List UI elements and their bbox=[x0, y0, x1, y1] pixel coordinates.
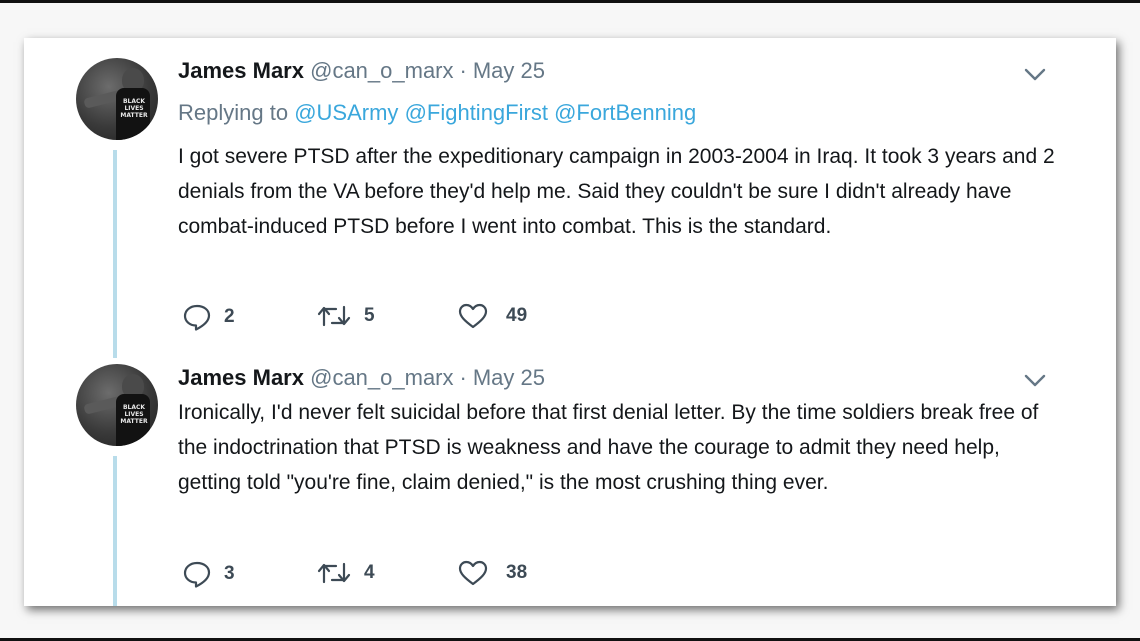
retweet-count: 4 bbox=[364, 562, 375, 583]
retweet-count: 5 bbox=[364, 305, 375, 326]
like-count: 38 bbox=[506, 562, 528, 583]
tweet-thread-card: BLACK LIVES MATTER James Marx @can_o_mar… bbox=[24, 38, 1116, 606]
retweet-button[interactable]: 5 bbox=[316, 303, 375, 329]
reply-count: 2 bbox=[224, 306, 235, 327]
avatar-shirt-text: BLACK LIVES MATTER bbox=[120, 98, 148, 119]
avatar[interactable]: BLACK LIVES MATTER bbox=[76, 364, 158, 446]
thread-connector-line bbox=[113, 456, 117, 606]
avatar-shirt-text: BLACK LIVES MATTER bbox=[120, 404, 148, 425]
retweet-icon bbox=[317, 562, 351, 584]
author-name[interactable]: James Marx bbox=[178, 365, 304, 390]
thread-connector-line bbox=[113, 150, 117, 358]
replying-to-line: Replying to @USArmy @FightingFirst @Fort… bbox=[178, 100, 696, 126]
like-button[interactable]: 38 bbox=[458, 560, 527, 586]
like-button[interactable]: 49 bbox=[458, 303, 527, 329]
mention-fortbenning[interactable]: @FortBenning bbox=[554, 100, 696, 125]
tweet-text: Ironically, I'd never felt suicidal befo… bbox=[178, 401, 1039, 494]
replying-to-label: Replying to bbox=[178, 100, 289, 125]
author-handle[interactable]: @can_o_marx bbox=[310, 58, 453, 83]
tweet-header: James Marx @can_o_marx · May 25 bbox=[178, 58, 545, 84]
header-separator: · bbox=[459, 365, 467, 390]
reply-button[interactable]: 2 bbox=[182, 303, 235, 331]
like-icon bbox=[458, 560, 488, 586]
author-handle[interactable]: @can_o_marx bbox=[310, 365, 453, 390]
mention-fightingfirst[interactable]: @FightingFirst bbox=[405, 100, 548, 125]
reply-button[interactable]: 3 bbox=[182, 560, 235, 588]
header-separator: · bbox=[459, 58, 467, 83]
tweet-header: James Marx @can_o_marx · May 25 bbox=[178, 365, 545, 391]
chevron-down-icon[interactable] bbox=[1024, 68, 1046, 82]
like-count: 49 bbox=[506, 305, 528, 326]
chevron-down-icon[interactable] bbox=[1024, 374, 1046, 388]
reply-count: 3 bbox=[224, 563, 235, 584]
like-icon bbox=[458, 303, 488, 329]
mention-usarmy[interactable]: @USArmy bbox=[294, 100, 398, 125]
reply-icon bbox=[183, 304, 211, 331]
tweet-date[interactable]: May 25 bbox=[473, 58, 545, 83]
avatar[interactable]: BLACK LIVES MATTER bbox=[76, 58, 158, 140]
author-name[interactable]: James Marx bbox=[178, 58, 304, 83]
reply-icon bbox=[183, 561, 211, 588]
retweet-button[interactable]: 4 bbox=[316, 560, 375, 586]
retweet-icon bbox=[317, 305, 351, 327]
tweet-text: I got severe PTSD after the expeditionar… bbox=[178, 145, 1055, 238]
tweet-date[interactable]: May 25 bbox=[473, 365, 545, 390]
